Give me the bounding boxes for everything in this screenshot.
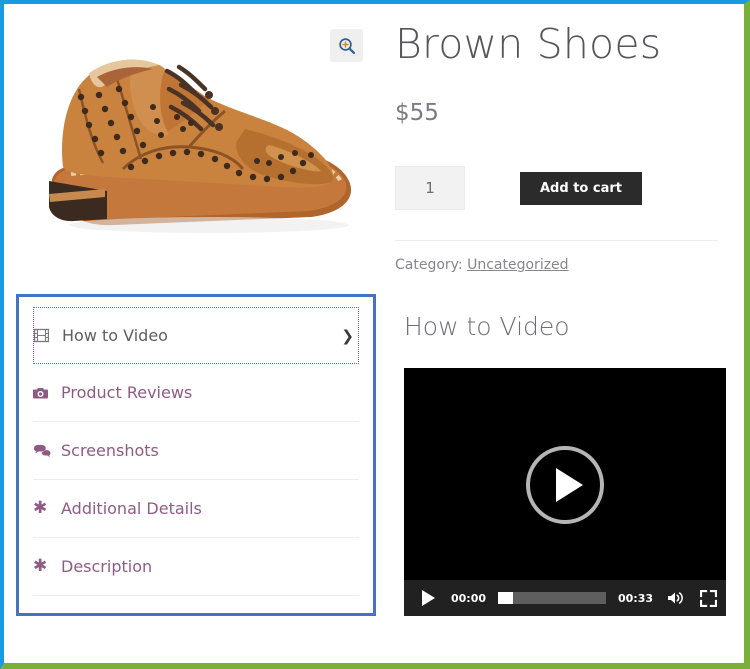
camera-icon	[33, 386, 55, 400]
tab-label: Description	[61, 557, 153, 576]
tab-label: How to Video	[62, 326, 168, 345]
add-to-cart-button[interactable]: Add to cart	[520, 171, 642, 205]
page-content: Brown Shoes $55 Add to cart Category: Un…	[4, 4, 744, 663]
zoom-in-magnifier-icon[interactable]	[330, 29, 363, 62]
play-icon[interactable]	[422, 590, 435, 606]
page-frame: Brown Shoes $55 Add to cart Category: Un…	[0, 0, 750, 669]
comments-icon	[33, 443, 55, 458]
progress-fill	[498, 592, 514, 604]
tab-product-reviews[interactable]: Product Reviews	[33, 364, 359, 422]
big-play-icon[interactable]	[526, 445, 604, 524]
product-price: $55	[395, 100, 439, 126]
asterisk-icon: ✱	[33, 500, 55, 517]
asterisk-icon: ✱	[33, 558, 55, 575]
tab-label: Screenshots	[61, 441, 159, 460]
video-heading: How to Video	[404, 312, 570, 341]
product-image[interactable]	[14, 8, 379, 263]
product-summary-section: Brown Shoes $55 Add to cart Category: Un…	[4, 4, 744, 294]
tab-description[interactable]: ✱ Description	[33, 538, 359, 596]
volume-icon[interactable]	[667, 590, 686, 606]
film-strip-icon	[34, 328, 56, 343]
progress-bar[interactable]	[498, 592, 606, 604]
product-category: Category: Uncategorized	[395, 257, 718, 273]
duration-time: 00:33	[617, 591, 653, 605]
product-gallery	[4, 4, 389, 294]
asterisk-glyph: ✱	[33, 498, 48, 518]
shoe-illustration	[19, 10, 374, 261]
tab-label: Additional Details	[61, 499, 202, 518]
category-link[interactable]: Uncategorized	[467, 257, 568, 273]
category-label: Category:	[395, 257, 463, 273]
fullscreen-icon[interactable]	[700, 589, 717, 607]
tab-how-to-video[interactable]: How to Video ❯	[33, 307, 359, 364]
tabs-list: How to Video ❯ Product Reviews Screensho…	[16, 294, 376, 616]
tab-label: Product Reviews	[61, 383, 193, 402]
asterisk-glyph: ✱	[33, 556, 48, 576]
chevron-right-icon: ❯	[341, 326, 354, 345]
tab-additional-details[interactable]: ✱ Additional Details	[33, 480, 359, 538]
play-triangle	[555, 467, 583, 502]
video-controls: 00:00 00:33	[404, 580, 726, 616]
quantity-input[interactable]	[395, 166, 465, 210]
add-to-cart-form: Add to cart	[395, 166, 718, 210]
current-time: 00:00	[451, 591, 487, 605]
video-player[interactable]: 00:00 00:33	[404, 368, 726, 616]
product-details-section: How to Video ❯ Product Reviews Screensho…	[4, 294, 744, 616]
product-summary: Brown Shoes $55 Add to cart Category: Un…	[389, 4, 744, 294]
video-panel: How to Video 00:00 00:33	[376, 294, 734, 616]
page-title: Brown Shoes	[395, 20, 662, 68]
tab-screenshots[interactable]: Screenshots	[33, 422, 359, 480]
summary-divider	[395, 240, 718, 241]
